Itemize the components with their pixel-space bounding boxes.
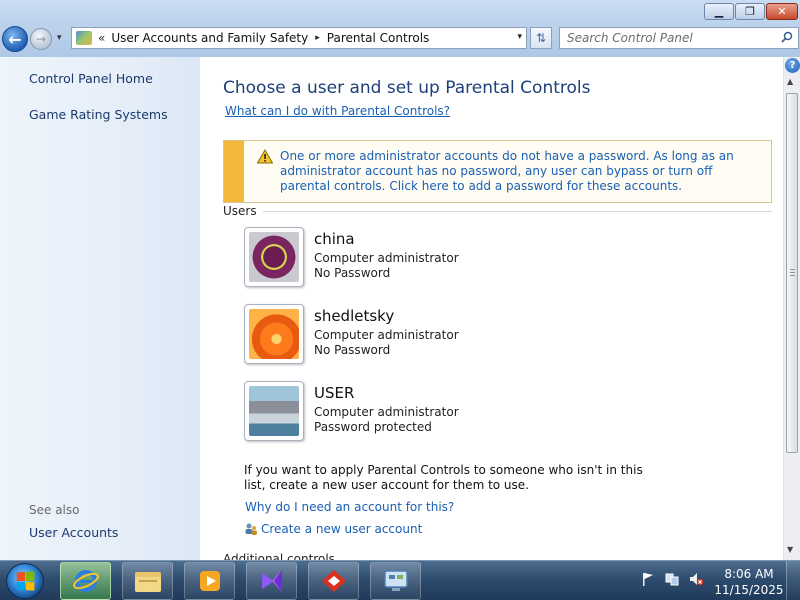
start-button[interactable] [6, 563, 44, 599]
clock-date: 11/15/2025 [714, 583, 784, 597]
avatar[interactable] [244, 381, 304, 441]
network-icon[interactable] [664, 571, 680, 587]
user-password-status: Password protected [314, 420, 432, 434]
arrow-right-icon: → [35, 32, 47, 46]
maximize-button[interactable]: ❐ [735, 3, 765, 20]
clock-time: 8:06 AM [724, 567, 774, 581]
user-tile-user[interactable]: USER Computer administrator Password pro… [244, 381, 544, 443]
taskbar-control-panel[interactable] [370, 562, 421, 600]
breadcrumb-user-accounts[interactable]: User Accounts and Family Safety [111, 31, 308, 45]
action-center-flag-icon[interactable] [640, 571, 656, 587]
game-rating-systems-link[interactable]: Game Rating Systems [29, 107, 168, 122]
user-role: Computer administrator [314, 251, 459, 265]
additional-controls-heading: Additional controls [223, 552, 335, 560]
breadcrumb-overflow[interactable]: « [98, 31, 105, 45]
users-heading: Users [223, 204, 257, 218]
show-desktop-button[interactable] [786, 561, 800, 600]
user-tile-china[interactable]: china Computer administrator No Password [244, 227, 544, 289]
media-player-icon [199, 571, 220, 591]
flower-avatar-icon [249, 309, 299, 359]
see-also-heading: See also [29, 503, 80, 517]
taskbar-clock[interactable]: 8:06 AM 11/15/2025 [714, 566, 784, 598]
left-nav-panel: Control Panel Home Game Rating Systems S… [0, 57, 200, 560]
user-role: Computer administrator [314, 328, 459, 342]
taskbar-game-app[interactable] [308, 562, 359, 600]
user-tile-shedletsky[interactable]: shedletsky Computer administrator No Pas… [244, 304, 544, 366]
user-name[interactable]: china [314, 230, 355, 248]
warning-banner[interactable]: One or more administrator accounts do no… [223, 140, 772, 203]
address-bar[interactable]: « User Accounts and Family Safety ▸ Pare… [71, 27, 527, 49]
vertical-scrollbar[interactable]: ? ▲ ▼ [783, 57, 800, 560]
taskbar-media-player[interactable] [184, 562, 235, 600]
taskbar: 8:06 AM 11/15/2025 [0, 560, 800, 600]
window-controls: ▁ ❐ ✕ [704, 3, 798, 20]
recent-pages-dropdown[interactable]: ▾ [57, 33, 62, 43]
create-user-account-link[interactable]: Create a new user account [244, 522, 422, 536]
user-password-status: No Password [314, 266, 391, 280]
scrollbar-thumb[interactable] [786, 93, 798, 453]
avatar[interactable] [244, 227, 304, 287]
user-accounts-link[interactable]: User Accounts [29, 525, 118, 540]
search-box[interactable] [559, 27, 799, 49]
ball-avatar-icon [249, 232, 299, 282]
user-name[interactable]: USER [314, 384, 354, 402]
arrow-left-icon: ← [8, 29, 22, 49]
breadcrumb-separator-icon[interactable]: ▸ [315, 33, 320, 43]
why-account-link[interactable]: Why do I need an account for this? [245, 500, 454, 514]
taskbar-visual-studio[interactable] [246, 562, 297, 600]
search-icon[interactable] [781, 31, 793, 43]
refresh-button[interactable]: ⇅ [530, 27, 552, 49]
user-password-status: No Password [314, 343, 391, 357]
volume-muted-icon[interactable] [688, 571, 704, 587]
info-text: If you want to apply Parental Controls t… [244, 463, 643, 492]
avatar[interactable] [244, 304, 304, 364]
search-input[interactable] [560, 31, 770, 45]
scroll-up-icon[interactable]: ▲ [787, 77, 793, 86]
control-panel-home-link[interactable]: Control Panel Home [29, 71, 153, 86]
page-title: Choose a user and set up Parental Contro… [223, 78, 591, 98]
back-button[interactable]: ← [2, 26, 28, 52]
window-chrome: ▁ ❐ ✕ ← → ▾ « User Accounts and Family S… [0, 0, 800, 57]
grip-icon [790, 269, 795, 277]
user-name[interactable]: shedletsky [314, 307, 394, 325]
windows-logo-icon [16, 571, 35, 591]
close-button[interactable]: ✕ [766, 3, 798, 20]
robot-avatar-icon [249, 386, 299, 436]
navigation-row: ← → ▾ « User Accounts and Family Safety … [2, 26, 799, 52]
control-panel-app-icon [383, 570, 408, 591]
visual-studio-icon [261, 570, 282, 592]
warning-icon [257, 149, 273, 164]
warning-message-link[interactable]: One or more administrator accounts do no… [280, 149, 766, 194]
forward-button[interactable]: → [30, 28, 52, 50]
create-user-account-label[interactable]: Create a new user account [261, 522, 422, 536]
address-dropdown-icon[interactable]: ▾ [517, 32, 522, 42]
help-icon[interactable]: ? [785, 58, 800, 73]
scroll-down-icon[interactable]: ▼ [787, 545, 793, 554]
breadcrumb-parental-controls[interactable]: Parental Controls [327, 31, 430, 45]
control-panel-icon [76, 31, 92, 45]
users-icon [245, 523, 257, 535]
taskbar-internet-explorer[interactable] [60, 562, 111, 600]
system-tray [640, 571, 704, 587]
warning-accent-bar [224, 141, 244, 202]
minimize-button[interactable]: ▁ [704, 3, 734, 20]
main-content: Choose a user and set up Parental Contro… [200, 57, 783, 560]
taskbar-file-explorer[interactable] [122, 562, 173, 600]
user-role: Computer administrator [314, 405, 459, 419]
game-app-icon [321, 570, 346, 592]
help-link[interactable]: What can I do with Parental Controls? [225, 104, 450, 118]
folder-icon [134, 572, 161, 592]
users-divider [263, 211, 772, 212]
refresh-icon: ⇅ [535, 31, 547, 45]
internet-explorer-icon [72, 570, 99, 592]
